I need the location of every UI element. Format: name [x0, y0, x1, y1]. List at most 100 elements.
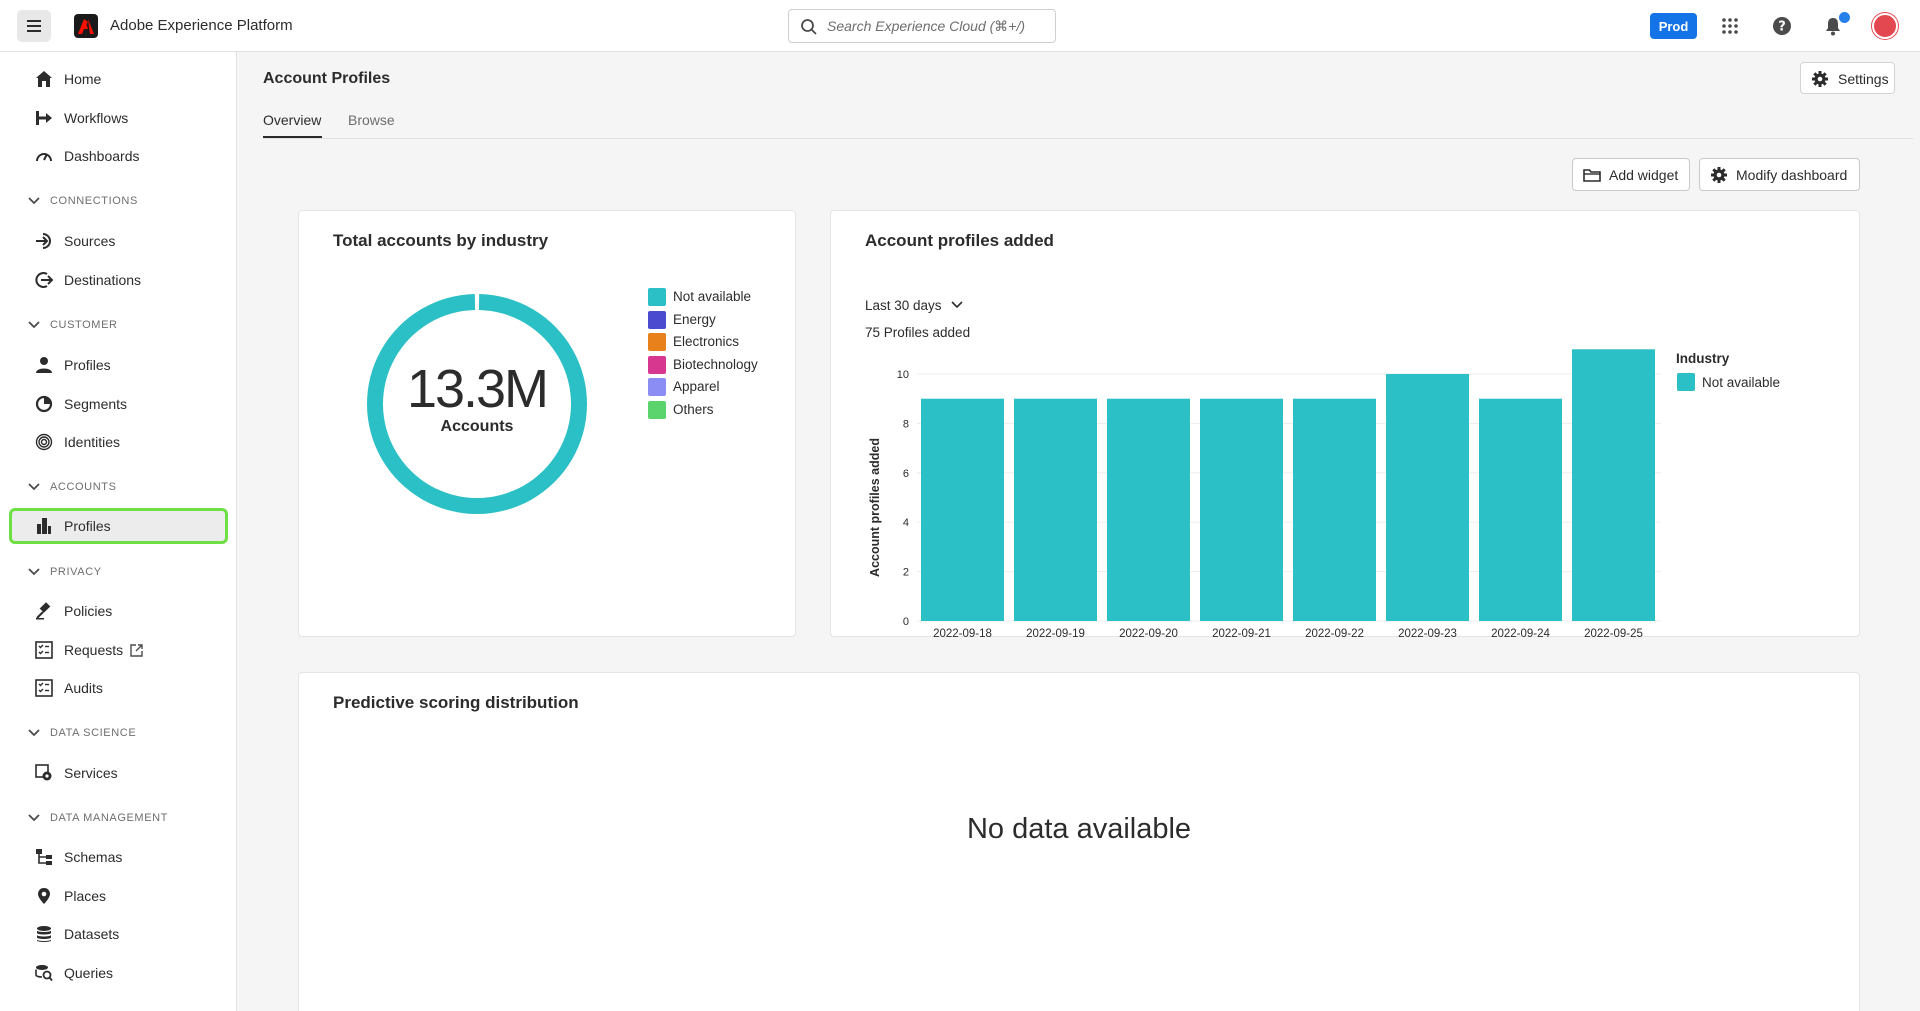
section-data-management[interactable]: DATA MANAGEMENT: [0, 809, 236, 829]
hamburger-menu-button[interactable]: [17, 10, 51, 42]
y-tick-label: 6: [903, 468, 909, 480]
sidebar-item-datasets[interactable]: Datasets: [0, 918, 236, 950]
legend-swatch: [648, 378, 666, 396]
sidebar-item-sources[interactable]: Sources: [0, 225, 236, 257]
svg-text:?: ?: [1778, 20, 1786, 35]
database-icon: [34, 924, 54, 944]
help-icon[interactable]: ?: [1770, 14, 1794, 38]
user-avatar[interactable]: [1872, 13, 1898, 39]
x-tick-label: 2022-09-21: [1212, 628, 1271, 638]
sidebar-item-account-profiles[interactable]: Profiles: [0, 510, 236, 542]
sidebar-item-audits[interactable]: Audits: [0, 672, 236, 704]
legend-label: Others: [673, 401, 714, 417]
bar-2022-09-19[interactable]: [1014, 398, 1097, 621]
bar-2022-09-23[interactable]: [1386, 374, 1469, 621]
search-input[interactable]: Search Experience Cloud (⌘+/): [788, 9, 1056, 43]
active-tab-indicator: [263, 136, 322, 138]
sources-icon: [34, 231, 54, 251]
tab-browse[interactable]: Browse: [348, 112, 395, 128]
sidebar-item-queries[interactable]: Queries: [0, 957, 236, 989]
apps-grid-icon[interactable]: [1718, 14, 1742, 38]
chevron-down-icon: [28, 483, 40, 491]
adobe-logo-icon[interactable]: [74, 14, 98, 38]
legend-label: Electronics: [673, 334, 740, 349]
legend-swatch: [1677, 373, 1695, 391]
sidebar-item-services[interactable]: Services: [0, 757, 236, 789]
settings-button[interactable]: Settings: [1800, 62, 1895, 94]
x-tick-label: 2022-09-24: [1491, 628, 1550, 638]
legend-swatch: [648, 333, 666, 351]
sidebar-item-workflows[interactable]: Workflows: [0, 102, 236, 134]
app-title[interactable]: Adobe Experience Platform: [110, 17, 293, 34]
y-tick-label: 4: [903, 517, 909, 529]
checklist-icon: [34, 678, 54, 698]
fingerprint-icon: [34, 432, 54, 452]
y-tick-label: 2: [903, 567, 909, 579]
chevron-down-icon: [28, 197, 40, 205]
sidebar-item-schemas[interactable]: Schemas: [0, 841, 236, 873]
sidebar-item-places[interactable]: Places: [0, 880, 236, 912]
search-icon: [801, 19, 817, 35]
x-tick-label: 2022-09-19: [1026, 628, 1085, 638]
person-icon: [34, 355, 54, 375]
bar-2022-09-20[interactable]: [1107, 398, 1190, 621]
sidebar-item-dashboards[interactable]: Dashboards: [0, 140, 236, 172]
folder-icon: [1583, 169, 1601, 182]
legend-label: Energy: [673, 311, 716, 327]
tab-overview[interactable]: Overview: [263, 112, 321, 128]
sidebar-item-segments[interactable]: Segments: [0, 388, 236, 420]
sidebar-item-destinations[interactable]: Destinations: [0, 264, 236, 296]
section-customer[interactable]: CUSTOMER: [0, 316, 236, 336]
checklist-icon: [34, 640, 54, 660]
section-accounts[interactable]: ACCOUNTS: [0, 478, 236, 498]
add-widget-button[interactable]: Add widget: [1572, 158, 1690, 191]
sidebar-item-policies[interactable]: Policies: [0, 595, 236, 627]
pin-icon: [34, 886, 54, 906]
legend-swatch: [648, 310, 666, 329]
services-icon: [34, 763, 54, 783]
widget-account-profiles-added[interactable]: Account profiles added Last 30 days 75 P…: [830, 210, 1860, 638]
legend-label[interactable]: Not available: [1702, 375, 1780, 390]
bar-2022-09-22[interactable]: [1293, 398, 1376, 621]
building-icon: [34, 516, 54, 536]
environment-button[interactable]: Prod: [1650, 13, 1697, 39]
section-privacy[interactable]: PRIVACY: [0, 563, 236, 583]
home-icon: [34, 69, 54, 89]
notification-badge: [1839, 12, 1850, 23]
bar-2022-09-21[interactable]: [1200, 398, 1283, 621]
y-tick-label: 0: [903, 616, 909, 628]
bar-2022-09-24[interactable]: [1479, 398, 1562, 621]
chevron-down-icon: [28, 321, 40, 329]
donut-total-label: Accounts: [440, 418, 514, 435]
donut-total-value: 13.3M: [406, 359, 549, 419]
y-tick-label: 8: [903, 418, 909, 430]
sidebar-item-customer-profiles[interactable]: Profiles: [0, 349, 236, 381]
y-tick-label: 10: [897, 369, 909, 381]
sidebar-item-requests[interactable]: Requests: [0, 634, 236, 666]
left-nav-sidebar: Home Workflows Dashboards CONNECTIONS So…: [0, 52, 237, 1011]
gear-icon: [1812, 71, 1828, 87]
section-connections[interactable]: CONNECTIONS: [0, 192, 236, 212]
x-tick-label: 2022-09-25: [1584, 628, 1643, 638]
schema-icon: [34, 847, 54, 867]
sidebar-item-identities[interactable]: Identities: [0, 426, 236, 458]
y-axis-label: Account profiles added: [868, 438, 882, 577]
search-placeholder: Search Experience Cloud (⌘+/): [827, 18, 1026, 34]
legend-label: Biotechnology: [673, 356, 758, 372]
bar-2022-09-25[interactable]: [1572, 349, 1655, 621]
chevron-down-icon: [28, 729, 40, 737]
legend-title: Industry: [1676, 351, 1730, 366]
gear-icon: [1711, 167, 1727, 183]
legend-swatch: [648, 355, 666, 374]
widget-total-accounts-by-industry[interactable]: Total accounts by industry 13.3M Account…: [298, 210, 796, 637]
section-data-science[interactable]: DATA SCIENCE: [0, 724, 236, 744]
main-content: Account Profiles Settings Overview Brows…: [238, 52, 1920, 1011]
query-icon: [34, 963, 54, 983]
page-title: Account Profiles: [263, 70, 391, 87]
profiles-added-bar-chart: 0 2 4 6 8 10 Account profiles added 2022-09-18 2…: [868, 349, 1780, 638]
sidebar-item-home[interactable]: Home: [0, 63, 236, 95]
widget-predictive-scoring-distribution[interactable]: Predictive scoring distribution No data …: [298, 672, 1860, 1011]
bar-2022-09-18[interactable]: [921, 398, 1004, 621]
modify-dashboard-button[interactable]: Modify dashboard: [1699, 158, 1860, 191]
legend-label: Apparel: [673, 379, 720, 394]
